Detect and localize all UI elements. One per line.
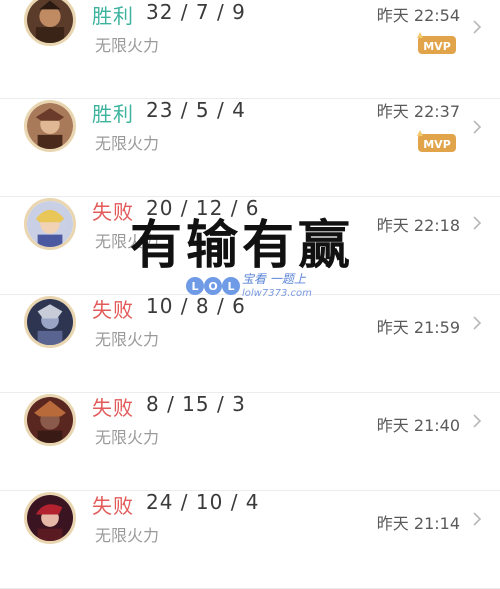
match-time: 昨天 21:40 (376, 416, 460, 435)
match-row[interactable]: 胜利 23 / 5 / 4 无限火力 昨天 22:37 MVP (0, 98, 500, 197)
mvp-label: MVP (423, 40, 451, 53)
watermark-url: lolw7373.com (242, 288, 312, 299)
match-result: 胜利 (92, 4, 134, 28)
lol-logo-icon: L O L (186, 277, 240, 295)
kda-score: 32 / 7 / 9 (146, 0, 246, 24)
champion-avatar (24, 0, 76, 46)
svg-text:L: L (191, 280, 198, 293)
match-time: 昨天 21:14 (376, 514, 460, 533)
champion-avatar (24, 198, 76, 250)
game-mode: 无限火力 (95, 36, 160, 55)
svg-text:O: O (208, 280, 217, 293)
champion-avatar (24, 296, 76, 348)
match-row[interactable]: 失败 10 / 8 / 6 无限火力 昨天 21:59 (0, 294, 500, 393)
chevron-right-icon (473, 120, 482, 134)
svg-text:L: L (227, 280, 234, 293)
kda-score: 23 / 5 / 4 (146, 98, 246, 122)
match-time: 昨天 22:54 (376, 6, 460, 25)
match-result: 失败 (92, 298, 134, 322)
champion-avatar (24, 394, 76, 446)
match-result: 失败 (92, 396, 134, 420)
watermark-text: 宝看 一题上 (242, 272, 306, 286)
game-mode: 无限火力 (95, 428, 160, 447)
match-result: 失败 (92, 494, 134, 518)
overlay-caption: 有输有赢 (130, 216, 355, 276)
game-mode: 无限火力 (95, 526, 160, 545)
chevron-right-icon (473, 512, 482, 526)
match-row[interactable]: 胜利 32 / 7 / 9 无限火力 昨天 22:54 MVP (0, 0, 500, 99)
match-result: 失败 (92, 200, 134, 224)
game-mode: 无限火力 (95, 330, 160, 349)
match-time: 昨天 21:59 (376, 318, 460, 337)
match-result: 胜利 (92, 102, 134, 126)
match-time: 昨天 22:18 (376, 216, 460, 235)
match-row[interactable]: 失败 8 / 15 / 3 无限火力 昨天 21:40 (0, 392, 500, 491)
game-mode: 无限火力 (95, 134, 160, 153)
chevron-right-icon (473, 20, 482, 34)
kda-score: 8 / 15 / 3 (146, 392, 246, 416)
chevron-right-icon (473, 216, 482, 230)
match-row[interactable]: 失败 24 / 10 / 4 无限火力 昨天 21:14 (0, 490, 500, 589)
match-time: 昨天 22:37 (376, 102, 460, 121)
chevron-right-icon (473, 316, 482, 330)
mvp-badge-icon: MVP (417, 32, 456, 54)
mvp-badge-icon: MVP (417, 130, 456, 152)
champion-avatar (24, 492, 76, 544)
mvp-label: MVP (423, 138, 451, 151)
kda-score: 24 / 10 / 4 (146, 490, 260, 514)
champion-avatar (24, 100, 76, 152)
chevron-right-icon (473, 414, 482, 428)
